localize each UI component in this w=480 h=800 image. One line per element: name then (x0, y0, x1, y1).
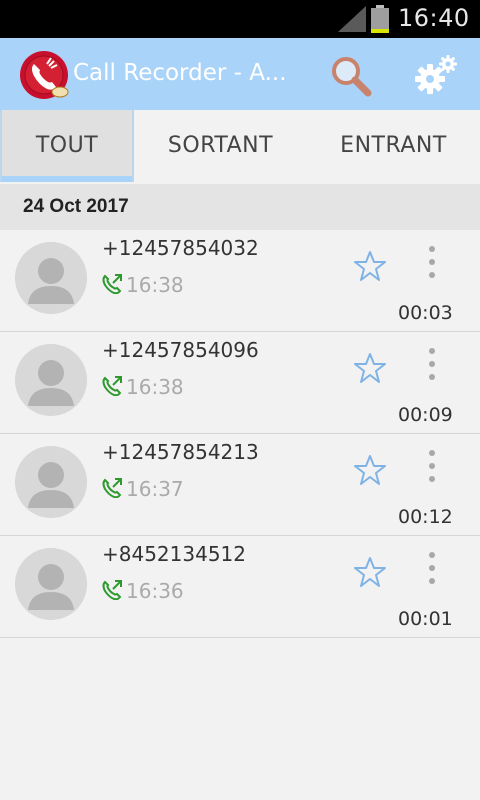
recording-duration: 00:09 (398, 404, 453, 426)
signal-icon (338, 6, 366, 32)
list-item[interactable]: +8452134512 16:36 00:01 (0, 536, 480, 638)
outgoing-call-icon (102, 274, 122, 294)
list-item[interactable]: +12457854032 16:38 00:03 (0, 230, 480, 332)
tab-entrant[interactable]: ENTRANT (307, 110, 480, 182)
default-avatar-icon (15, 242, 87, 314)
search-icon[interactable] (328, 53, 374, 99)
recording-duration: 00:01 (398, 608, 453, 630)
status-time: 16:40 (398, 4, 470, 32)
outgoing-call-icon (102, 376, 122, 396)
recording-duration: 00:12 (398, 506, 453, 528)
recording-duration: 00:03 (398, 302, 453, 324)
phone-number: +12457854096 (102, 338, 259, 362)
call-time: 16:37 (126, 477, 184, 501)
more-vert-icon[interactable] (420, 550, 444, 586)
call-recorder-logo (20, 51, 69, 99)
battery-icon (371, 5, 389, 33)
more-vert-icon[interactable] (420, 244, 444, 280)
phone-number: +8452134512 (102, 542, 247, 566)
phone-number: +12457854213 (102, 440, 259, 464)
tab-sortant[interactable]: SORTANT (134, 110, 307, 182)
date-header: 24 Oct 2017 (0, 184, 480, 230)
tab-tout[interactable]: TOUT (0, 110, 134, 182)
date-header-label: 24 Oct 2017 (23, 196, 129, 217)
default-avatar-icon (15, 548, 87, 620)
call-time: 16:38 (126, 273, 184, 297)
call-time: 16:38 (126, 375, 184, 399)
app-title: Call Recorder - A... (73, 60, 287, 86)
outgoing-call-icon (102, 580, 122, 600)
phone-number: +12457854032 (102, 236, 259, 260)
tab-bar: TOUT SORTANT ENTRANT (0, 110, 480, 182)
star-outline-icon[interactable] (354, 454, 386, 486)
list-item[interactable]: +12457854096 16:38 00:09 (0, 332, 480, 434)
default-avatar-icon (15, 446, 87, 518)
gear-icon[interactable] (412, 51, 460, 99)
star-outline-icon[interactable] (354, 250, 386, 282)
more-vert-icon[interactable] (420, 346, 444, 382)
app-bar: Call Recorder - A... (0, 38, 480, 110)
status-bar: 16:40 (0, 0, 480, 38)
recordings-list: +12457854032 16:38 00:03 +12457854096 16… (0, 230, 480, 638)
outgoing-call-icon (102, 478, 122, 498)
list-item[interactable]: +12457854213 16:37 00:12 (0, 434, 480, 536)
more-vert-icon[interactable] (420, 448, 444, 484)
default-avatar-icon (15, 344, 87, 416)
star-outline-icon[interactable] (354, 352, 386, 384)
call-time: 16:36 (126, 579, 184, 603)
star-outline-icon[interactable] (354, 556, 386, 588)
